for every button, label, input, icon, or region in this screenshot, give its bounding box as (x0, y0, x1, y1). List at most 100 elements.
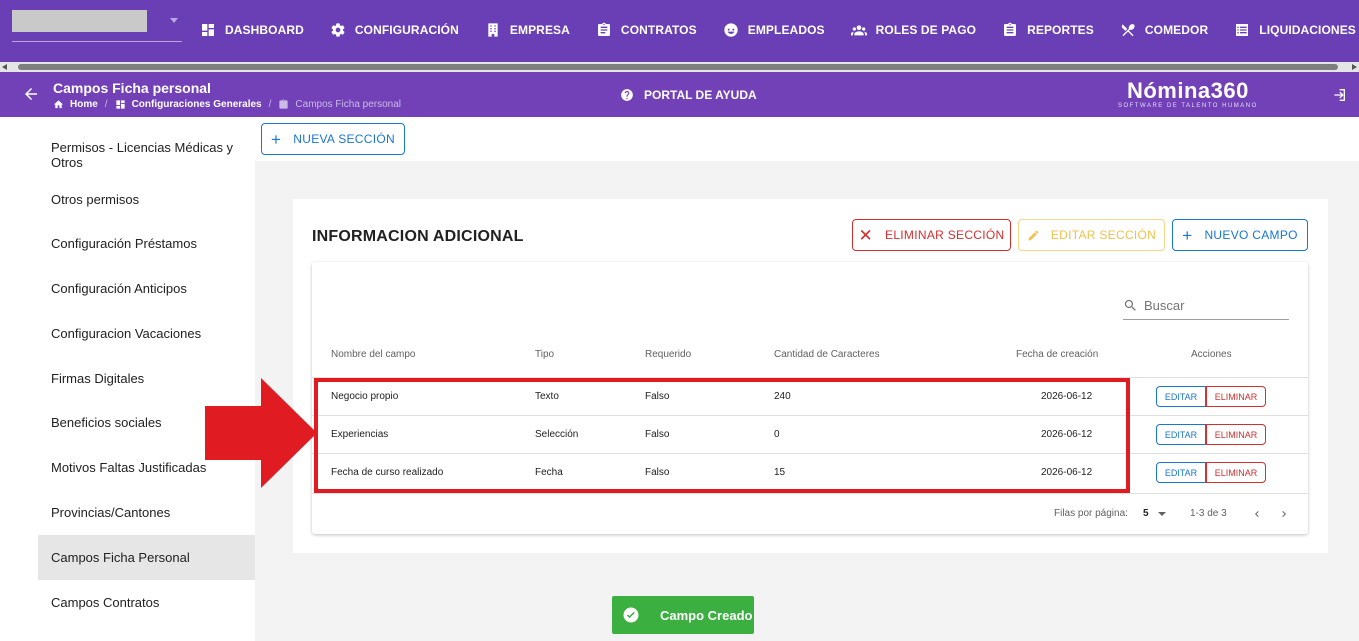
edit-field-button[interactable]: EDITAR (1156, 386, 1206, 407)
arrow-left-icon (25, 88, 37, 100)
column-header-fecha[interactable]: Fecha de creación (1016, 349, 1098, 360)
breadcrumb-separator: / (104, 99, 108, 110)
menu-item-label: EMPRESA (509, 23, 570, 37)
menu-item-dashboard[interactable]: DASHBOARD (200, 22, 304, 38)
edit-field-button[interactable]: EDITAR (1156, 424, 1206, 445)
pagination-range: 1-3 de 3 (1190, 508, 1227, 519)
column-header-nombre[interactable]: Nombre del campo (331, 349, 415, 360)
breadcrumb-configuraciones[interactable]: Configuraciones Generales (115, 99, 262, 110)
chevron-right-icon (1282, 511, 1286, 517)
edit-section-button[interactable]: EDITAR SECCIÓN (1018, 219, 1165, 251)
column-header-acciones: Acciones (1191, 349, 1232, 360)
back-button[interactable] (22, 85, 40, 103)
help-icon (621, 89, 633, 101)
menu-item-contratos[interactable]: CONTRATOS (596, 22, 697, 38)
close-icon: ✕ (858, 225, 874, 245)
sidebar-item-anticipos[interactable]: Configuración Anticipos (38, 278, 255, 298)
sidebar-item-label: Provincias/Cantones (51, 504, 171, 520)
menu-item-empleados[interactable]: EMPLEADOS (723, 22, 825, 38)
clipboard-icon (279, 99, 289, 109)
delete-field-button[interactable]: ELIMINAR (1206, 386, 1266, 407)
building-icon (488, 23, 498, 37)
search-icon (1124, 299, 1136, 311)
brand-logo: Nómina360 SOFTWARE DE TALENTO HUMANO (1118, 78, 1258, 109)
new-section-button[interactable]: + NUEVA SECCIÓN (261, 123, 405, 155)
sidebar-item-label: Configuración Préstamos (51, 235, 197, 251)
logo-text: Nómina360 (1126, 78, 1249, 103)
annotation-arrow-icon (205, 378, 317, 488)
breadcrumb-label: Campos Ficha personal (295, 99, 402, 110)
breadcrumb-label: Configuraciones Generales (131, 99, 262, 110)
toast-message: Campo Creado (660, 607, 753, 623)
sidebar-item-label: Campos Contratos (51, 594, 160, 610)
breadcrumb-current: Campos Ficha personal (278, 99, 401, 110)
rows-per-page-value: 5 (1143, 508, 1149, 519)
page-title: Campos Ficha personal (53, 80, 211, 96)
logout-button[interactable] (1331, 87, 1347, 108)
rows-per-page-select[interactable]: 5 (1143, 508, 1166, 519)
column-header-tipo[interactable]: Tipo (535, 349, 554, 360)
menu-item-liquidaciones[interactable]: LIQUIDACIONES (1234, 22, 1356, 38)
main-menu: DASHBOARD CONFIGURACIÓN EMPRESA CONTRATO… (200, 22, 1359, 38)
sidebar-item-campos-contratos[interactable]: Campos Contratos (38, 592, 255, 612)
sidebar-item-label: Firmas Digitales (51, 370, 145, 386)
button-label: ELIMINAR SECCIÓN (885, 228, 1005, 242)
column-header-caracteres[interactable]: Cantidad de Caracteres (774, 349, 880, 360)
sidebar-item-label: Beneficios sociales (51, 414, 162, 430)
sidebar-item-label: Configuración Anticipos (51, 280, 187, 296)
sidebar-item-provincias[interactable]: Provincias/Cantones (38, 502, 255, 522)
company-name-redacted (12, 10, 147, 32)
button-label: EDITAR SECCIÓN (1050, 228, 1157, 242)
search-input[interactable] (1144, 298, 1274, 313)
rows-per-page-label: Filas por página: (1054, 508, 1128, 519)
table-footer-divider (312, 493, 1308, 494)
plus-icon: + (271, 129, 282, 149)
sidebar-item-campos-ficha[interactable]: Campos Ficha Personal (38, 535, 255, 580)
sidebar-item-label: Motivos Faltas Justificadas (51, 459, 207, 475)
sidebar-item-prestamos[interactable]: Configuración Préstamos (38, 233, 255, 253)
breadcrumb-label: Home (70, 99, 98, 110)
breadcrumb: Home / Configuraciones Generales / Campo… (53, 99, 401, 110)
sidebar-item-otros-permisos[interactable]: Otros permisos (38, 189, 255, 209)
face-icon (724, 23, 738, 37)
gear-icon (331, 23, 345, 37)
sidebar-item-vacaciones[interactable]: Configuracion Vacaciones (38, 323, 255, 343)
company-selector[interactable] (12, 10, 182, 42)
breadcrumb-home[interactable]: Home (53, 99, 98, 110)
menu-item-empresa[interactable]: EMPRESA (485, 22, 570, 38)
help-portal-link[interactable]: PORTAL DE AYUDA (620, 88, 757, 102)
menu-item-comedor[interactable]: COMEDOR (1120, 22, 1208, 38)
menu-item-configuracion[interactable]: CONFIGURACIÓN (330, 22, 459, 38)
sidebar-item-label: Configuracion Vacaciones (51, 325, 202, 341)
scroll-right-icon[interactable] (1352, 64, 1357, 70)
search-box[interactable] (1123, 292, 1289, 320)
horizontal-scrollbar[interactable] (0, 62, 1359, 72)
plus-icon: + (1182, 225, 1193, 245)
annotation-highlight-box (314, 378, 1130, 493)
sidebar-item-permisos[interactable]: Permisos - Licencias Médicas y Otros (38, 137, 255, 173)
menu-item-label: DASHBOARD (225, 23, 304, 37)
column-header-requerido[interactable]: Requerido (645, 349, 691, 360)
delete-section-button[interactable]: ✕ ELIMINAR SECCIÓN (852, 219, 1011, 251)
scrollbar-thumb[interactable] (18, 64, 1338, 70)
breadcrumb-separator: / (268, 99, 272, 110)
sidebar-item-label: Otros permisos (51, 191, 140, 207)
menu-item-reportes[interactable]: REPORTES (1002, 22, 1094, 38)
new-field-button[interactable]: + NUEVO CAMPO (1172, 219, 1308, 251)
next-page-button[interactable] (1278, 507, 1290, 519)
people-icon (850, 25, 867, 36)
top-navigation: DASHBOARD CONFIGURACIÓN EMPRESA CONTRATO… (0, 0, 1359, 62)
edit-field-button[interactable]: EDITAR (1156, 462, 1206, 483)
menu-item-label: CONTRATOS (620, 23, 697, 37)
scroll-left-icon[interactable] (2, 64, 7, 70)
chevron-left-icon (1255, 511, 1259, 517)
prev-page-button[interactable] (1251, 507, 1263, 519)
delete-field-button[interactable]: ELIMINAR (1206, 424, 1266, 445)
menu-item-roles-de-pago[interactable]: ROLES DE PAGO (850, 22, 976, 38)
button-label: NUEVA SECCIÓN (293, 132, 395, 146)
delete-field-button[interactable]: ELIMINAR (1206, 462, 1266, 483)
page-header: Campos Ficha personal Home / Configuraci… (0, 72, 1359, 117)
sidebar-item-label: Campos Ficha Personal (51, 550, 190, 565)
dashboard-icon (202, 24, 214, 36)
dashboard-icon (115, 100, 125, 109)
